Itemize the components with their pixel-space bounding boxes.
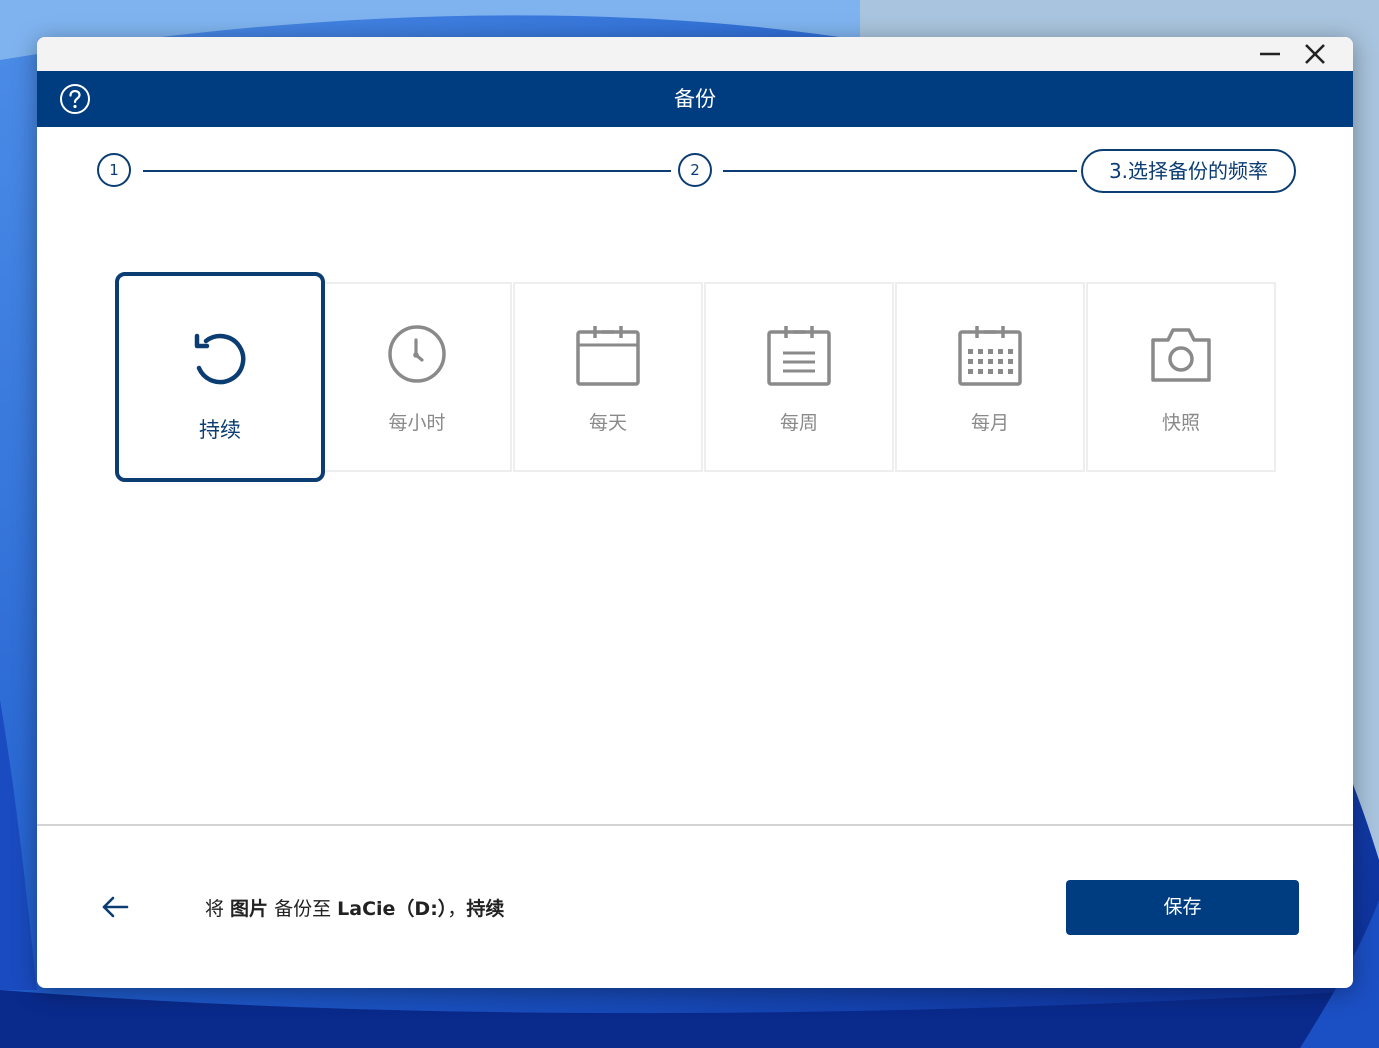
step-connector-2: [723, 170, 1077, 172]
title-bar: [37, 37, 1353, 71]
option-continuous-label: 持续: [199, 418, 241, 442]
footer-divider: [37, 824, 1353, 826]
option-monthly[interactable]: 每月: [895, 282, 1085, 472]
summary-frequency: 持续: [466, 898, 505, 920]
arrow-left-icon: [102, 896, 129, 918]
close-button[interactable]: [1297, 39, 1333, 69]
minimize-icon: [1260, 52, 1280, 56]
backup-summary: 将 图片 备份至 LaCie（D:），持续: [205, 894, 504, 921]
summary-target: LaCie（D:）: [337, 898, 448, 920]
step-1-indicator[interactable]: 1: [97, 153, 131, 187]
summary-sep: ，: [447, 898, 467, 920]
summary-middle: 备份至: [268, 898, 338, 920]
calendar-week-icon: [706, 324, 892, 390]
summary-source: 图片: [230, 898, 269, 920]
option-weekly[interactable]: 每周: [704, 282, 894, 472]
option-monthly-label: 每月: [970, 412, 1009, 434]
save-button[interactable]: 保存: [1066, 880, 1299, 935]
calendar-month-icon: [897, 324, 1083, 390]
option-snapshot-label: 快照: [1161, 412, 1200, 434]
option-continuous[interactable]: 持续: [115, 272, 325, 482]
backup-window: 备份 1 2 3.选择备份的频率 持续 每小时 每天 每周 每月 快照 将 图片…: [37, 37, 1353, 988]
close-icon: [1305, 44, 1325, 64]
continuous-icon: [119, 326, 321, 392]
option-hourly-label: 每小时: [388, 412, 446, 434]
option-weekly-label: 每周: [779, 412, 818, 434]
option-hourly[interactable]: 每小时: [322, 282, 512, 472]
back-button[interactable]: [97, 889, 133, 925]
option-daily-label: 每天: [588, 412, 627, 434]
page-title: 备份: [674, 87, 716, 111]
minimize-button[interactable]: [1252, 39, 1288, 69]
summary-prefix: 将: [205, 898, 231, 920]
camera-icon: [1088, 324, 1274, 390]
step-3-current: 3.选择备份的频率: [1081, 149, 1296, 193]
help-icon: [60, 84, 90, 114]
calendar-day-icon: [515, 324, 701, 390]
clock-icon: [324, 324, 510, 390]
option-snapshot[interactable]: 快照: [1086, 282, 1276, 472]
step-connector-1: [143, 170, 671, 172]
frequency-options: 持续 每小时 每天 每周 每月 快照: [115, 272, 1278, 482]
help-button[interactable]: [59, 83, 91, 115]
wizard-stepper: 1 2 3.选择备份的频率: [37, 149, 1353, 195]
app-header: 备份: [37, 71, 1353, 127]
step-2-indicator[interactable]: 2: [678, 153, 712, 187]
option-daily[interactable]: 每天: [513, 282, 703, 472]
